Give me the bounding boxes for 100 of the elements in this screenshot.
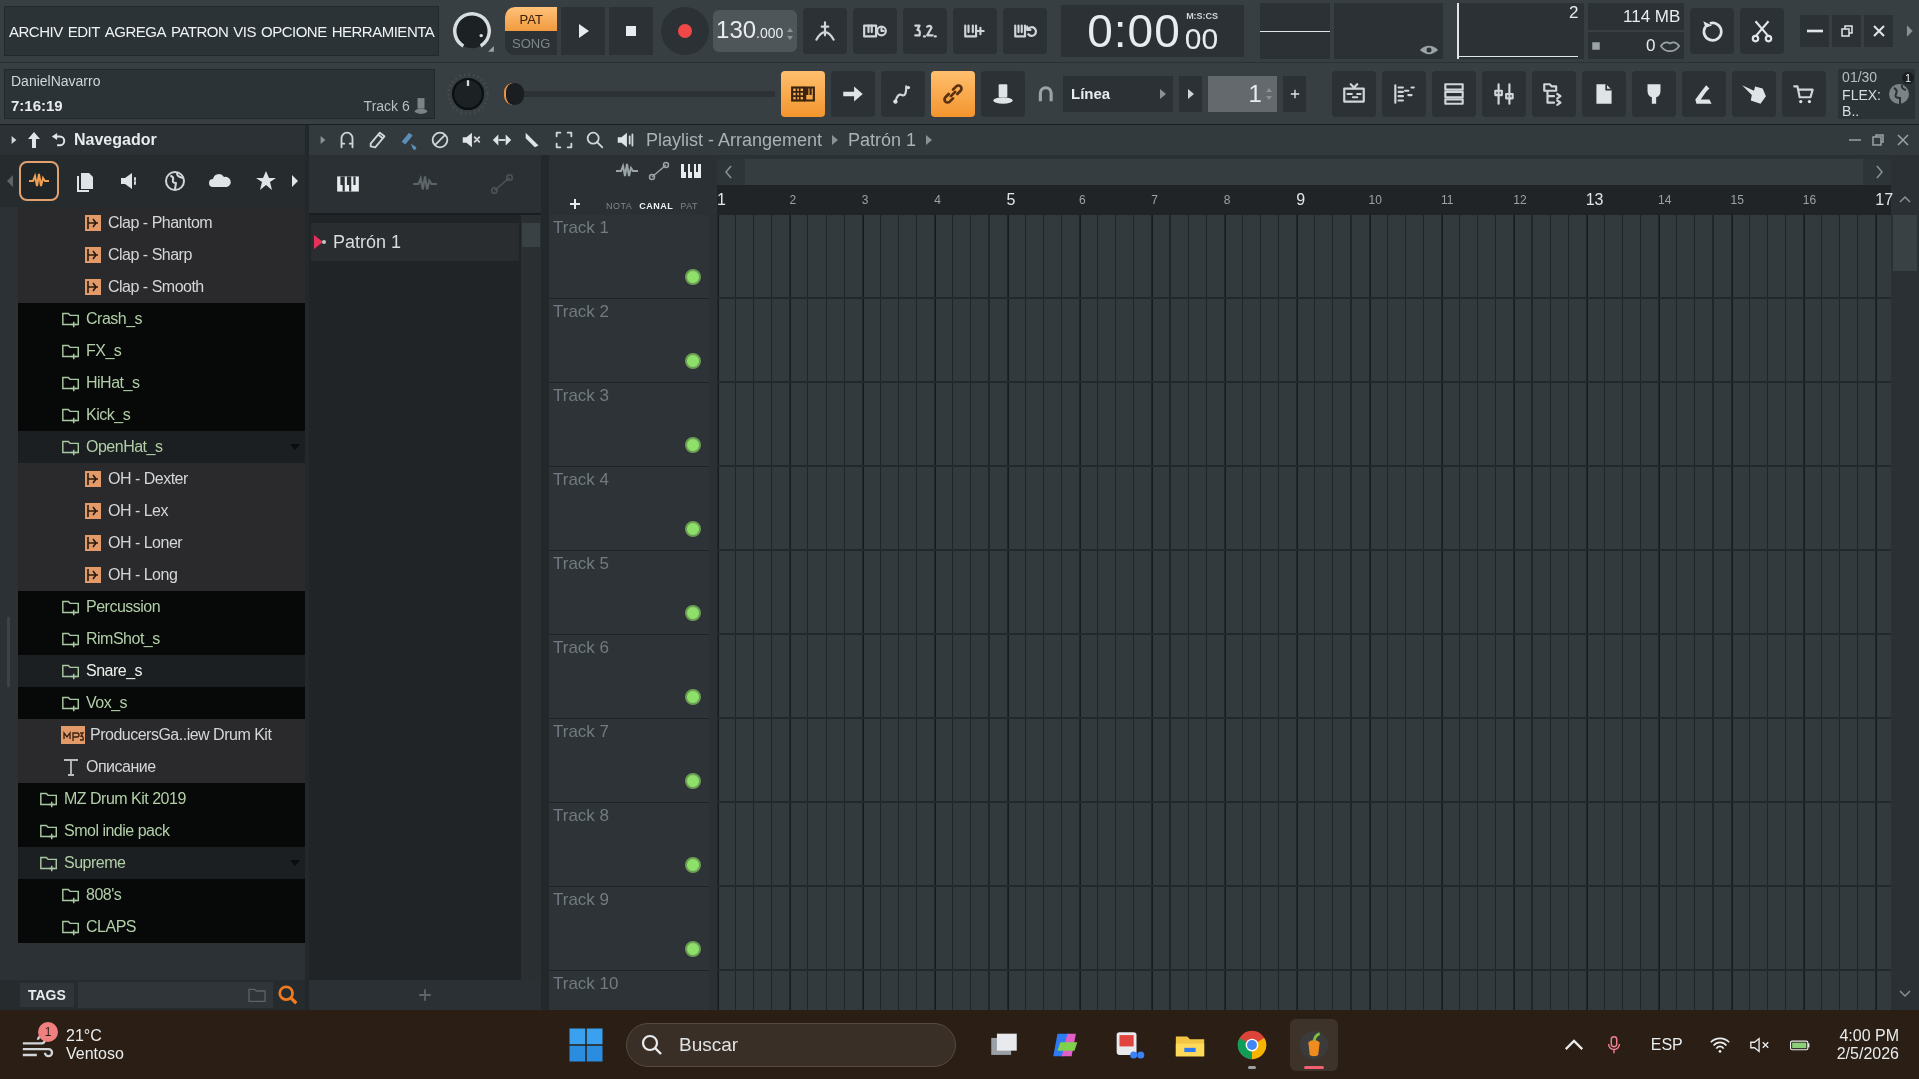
track-enable-dot[interactable] — [685, 437, 701, 453]
prohibited-icon[interactable] — [429, 129, 451, 151]
right-arrow-icon[interactable] — [290, 174, 299, 188]
stairs-button[interactable] — [1382, 70, 1427, 117]
browser-item[interactable]: ProducersGa..iew Drum Kit — [18, 719, 305, 751]
automation-icon[interactable] — [647, 161, 671, 181]
piano-icon[interactable] — [679, 161, 703, 181]
browser-item[interactable]: Описание — [18, 751, 305, 783]
browser-item[interactable]: OH - Long — [18, 559, 305, 591]
keyboard-loop-button[interactable] — [1003, 8, 1048, 54]
link-button[interactable] — [931, 70, 976, 117]
piano-grid-button[interactable] — [781, 70, 826, 117]
more-arrow-icon[interactable] — [1905, 23, 1915, 39]
restore-icon[interactable] — [1870, 132, 1886, 148]
stop-button[interactable] — [609, 7, 654, 55]
close-icon[interactable] — [1895, 132, 1911, 148]
pattern-scrollbar[interactable] — [521, 215, 541, 980]
browser-item[interactable]: Vox_s — [18, 687, 305, 719]
browser-item[interactable]: OH - Dexter — [18, 463, 305, 495]
cart-button[interactable] — [1782, 70, 1827, 117]
picker-tab[interactable]: CANAL — [639, 201, 674, 211]
language-indicator[interactable]: ESP — [1650, 1035, 1683, 1054]
browser-item[interactable]: Supreme — [18, 847, 305, 879]
close-button[interactable] — [1864, 15, 1894, 47]
tags-field[interactable] — [77, 982, 273, 1008]
menu-arrow-icon[interactable] — [319, 134, 327, 146]
browser-item[interactable]: 808's — [18, 879, 305, 911]
track-enable-dot[interactable] — [685, 353, 701, 369]
browser-item[interactable]: Crash_s — [18, 303, 305, 335]
arrow-button[interactable] — [831, 70, 876, 117]
add-pattern-button[interactable] — [1282, 75, 1307, 112]
expand-arrow-icon[interactable] — [10, 134, 18, 146]
browser-item[interactable]: Smol indie pack — [18, 815, 305, 847]
restore-button[interactable] — [1832, 15, 1862, 47]
tempo-field[interactable]: 130.000 — [713, 10, 798, 52]
curve-button[interactable] — [881, 70, 926, 117]
piano-icon[interactable] — [334, 173, 361, 195]
browser-item[interactable]: MZ Drum Kit 2019 — [18, 783, 305, 815]
browser-item[interactable]: Clap - Phantom — [18, 207, 305, 239]
metronome-button[interactable] — [803, 8, 848, 54]
browser-item[interactable]: HiHat_s — [18, 367, 305, 399]
mode-toggle[interactable]: PAT — [505, 7, 558, 31]
countdown-button[interactable] — [903, 8, 948, 54]
document-button[interactable] — [1582, 70, 1627, 117]
list-button[interactable] — [1432, 70, 1477, 117]
menu-item[interactable]: EDIT — [67, 22, 100, 40]
scroll-thumb[interactable] — [522, 223, 540, 247]
record-button[interactable] — [661, 7, 710, 55]
menu-item[interactable]: HERRAMIENTA — [331, 22, 435, 40]
search-field[interactable]: Buscar — [626, 1022, 956, 1067]
left-arrow-icon[interactable] — [6, 174, 14, 188]
menu-item[interactable]: PATRON — [171, 22, 229, 40]
pattern-item[interactable]: Patrón 1 — [311, 223, 519, 261]
browser-item[interactable]: RimShot_s — [18, 623, 305, 655]
track-enable-dot[interactable] — [685, 941, 701, 957]
browser-item[interactable]: Percussion — [18, 591, 305, 623]
track-enable-dot[interactable] — [685, 689, 701, 705]
search-icon[interactable] — [277, 984, 299, 1006]
menu-item[interactable]: OPCIONE — [261, 22, 327, 40]
menu-item[interactable]: AGREGA — [104, 22, 167, 40]
muted-speaker-icon[interactable] — [1748, 1034, 1771, 1055]
track-enable-dot[interactable] — [685, 521, 701, 537]
keyboard-plus-button[interactable] — [953, 8, 998, 54]
track-enable-dot[interactable] — [685, 269, 701, 285]
zoom-icon[interactable] — [584, 129, 606, 151]
browser-item[interactable]: Snare_s — [18, 655, 305, 687]
browser-item[interactable]: Kick_s — [18, 399, 305, 431]
master-pitch-slider[interactable] — [503, 82, 524, 105]
undo-button[interactable] — [1690, 8, 1735, 54]
track-enable-dot[interactable] — [685, 773, 701, 789]
fruit-app[interactable] — [1290, 1018, 1338, 1071]
sliders-button[interactable] — [1482, 70, 1527, 117]
folder-tree-button[interactable] — [1532, 70, 1577, 117]
back-arrow-icon[interactable] — [50, 131, 66, 149]
minimize-button[interactable] — [1800, 15, 1830, 47]
browser-item[interactable]: FX_s — [18, 335, 305, 367]
news-panel[interactable]: 01/30 FLEX: B.. 1 — [1838, 68, 1915, 119]
waveform-tab[interactable] — [19, 161, 60, 201]
track-enable-dot[interactable] — [685, 605, 701, 621]
up-arrow-icon[interactable] — [26, 131, 42, 149]
start-icon[interactable] — [568, 1026, 604, 1063]
play-button[interactable] — [561, 7, 606, 55]
menu-item[interactable]: VIS — [233, 22, 256, 40]
playlist-button[interactable] — [1332, 70, 1377, 117]
browser-item[interactable]: OpenHat_s — [18, 431, 305, 463]
browser-item[interactable]: OH - Lex — [18, 495, 305, 527]
timeline-ruler[interactable]: 1 2 3 4 5 6 7 8 9 10 11 12 13 14 15 16 17 — [717, 185, 1891, 215]
plug-button[interactable] — [1632, 70, 1677, 117]
cut-button[interactable] — [1740, 8, 1785, 54]
picker-tab[interactable]: PAT — [680, 201, 698, 211]
browser-item[interactable]: OH - Loner — [18, 527, 305, 559]
browser-item[interactable]: Clap - Sharp — [18, 239, 305, 271]
picker-tab[interactable]: NOTA — [606, 201, 633, 211]
eye-icon[interactable] — [1419, 43, 1440, 57]
pattern-number-field[interactable]: 1 — [1208, 75, 1277, 112]
select-icon[interactable] — [553, 129, 575, 151]
keyboard-clock-button[interactable] — [853, 8, 898, 54]
snap-dropdown[interactable]: Línea — [1063, 75, 1173, 112]
browser-item[interactable]: Clap - Smooth — [18, 271, 305, 303]
track-enable-dot[interactable] — [685, 857, 701, 873]
